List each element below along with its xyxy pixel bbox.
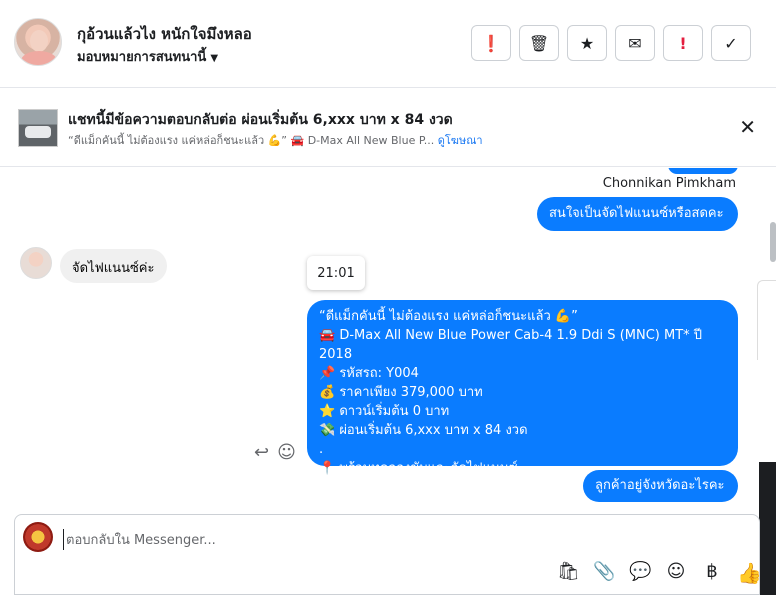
mark-unread-button[interactable]: ✉	[615, 25, 655, 61]
message-actions: ↩ ☺	[254, 442, 296, 463]
outgoing-message[interactable]: สนใจเป็นจัดไฟแนนซ์หรือสดคะ	[537, 197, 738, 231]
emoji-icon[interactable]: ☺	[277, 442, 296, 463]
sender-name: Chonnikan Pimkham	[602, 176, 736, 191]
scrollbar[interactable]	[770, 222, 776, 262]
trash-icon: 🗑	[528, 33, 550, 53]
info-button[interactable]: ❗	[471, 25, 511, 61]
contact-avatar-small	[20, 247, 52, 279]
page-avatar	[23, 522, 53, 552]
side-panel-peek[interactable]	[757, 280, 776, 360]
ad-subtitle: “ดีแม็กคันนี้ ไม่ต้องแรง แค่หล่อก็ชนะแล้…	[68, 131, 483, 149]
spam-icon: !	[679, 33, 687, 53]
assign-dropdown[interactable]: มอบหมายการสนทนานี้ ▼	[77, 46, 218, 67]
caret-down-icon: ▼	[210, 53, 219, 64]
ad-title: แชทนี้มีข้อความตอบกลับต่อ ผ่อนเริ่มต้น 6…	[68, 112, 453, 128]
star-icon: ★	[579, 33, 595, 53]
header-actions: ❗ 🗑 ★ ✉ ! ✓	[471, 25, 751, 61]
reply-input[interactable]: ตอบกลับใน Messenger...	[63, 529, 216, 550]
check-icon: ✓	[724, 33, 738, 53]
message-timestamp: 21:01	[307, 256, 365, 290]
mail-icon: ✉	[628, 33, 642, 53]
saved-reply-icon[interactable]: 💬	[629, 561, 651, 585]
assign-label: มอบหมายการสนทนานี้	[77, 50, 207, 65]
delete-button[interactable]: 🗑	[519, 25, 559, 61]
previous-message-tail	[668, 168, 738, 174]
composer-tools: 🛍 📎 💬 ☺ ฿ 👍	[557, 561, 762, 585]
ad-context-bar: แชทนี้มีข้อความตอบกลับต่อ ผ่อนเริ่มต้น 6…	[0, 89, 776, 167]
spam-button[interactable]: !	[663, 25, 703, 61]
conversation-header: กุอ้วนแล้วไง หนักใจมึงหลอ มอบหมายการสนทน…	[0, 0, 776, 88]
contact-name[interactable]: กุอ้วนแล้วไง หนักใจมึงหลอ	[77, 22, 252, 46]
bag-icon[interactable]: 🛍	[557, 561, 580, 585]
info-icon: ❗	[481, 33, 501, 53]
ad-thumbnail[interactable]	[18, 109, 58, 147]
message-thread[interactable]: Chonnikan Pimkham สนใจเป็นจัดไฟแนนซ์หรือ…	[0, 168, 760, 513]
composer: ตอบกลับใน Messenger... 🛍 📎 💬 ☺ ฿ 👍	[14, 514, 762, 595]
avatar-body	[21, 51, 57, 65]
like-icon[interactable]: 👍	[737, 561, 762, 585]
baht-icon[interactable]: ฿	[701, 561, 723, 585]
avatar-face	[30, 30, 48, 52]
outgoing-ad-message[interactable]: “ดีแม็กคันนี้ ไม่ต้องแรง แค่หล่อก็ชนะแล้…	[307, 300, 738, 476]
reply-icon[interactable]: ↩	[254, 442, 269, 463]
close-icon[interactable]: ✕	[739, 115, 756, 139]
incoming-message[interactable]: จัดไฟแนนซ์ค่ะ	[60, 249, 167, 283]
view-ad-link[interactable]: ดูโฆษณา	[438, 134, 483, 147]
outgoing-message[interactable]: ลูกค้าอยู่จังหวัดอะไรคะ	[583, 470, 738, 502]
emoji-icon[interactable]: ☺	[665, 561, 687, 585]
contact-avatar[interactable]	[14, 18, 62, 66]
attach-icon[interactable]: 📎	[593, 561, 615, 585]
ad-snippet: “ดีแม็กคันนี้ ไม่ต้องแรง แค่หล่อก็ชนะแล้…	[68, 134, 435, 147]
star-button[interactable]: ★	[567, 25, 607, 61]
done-button[interactable]: ✓	[711, 25, 751, 61]
